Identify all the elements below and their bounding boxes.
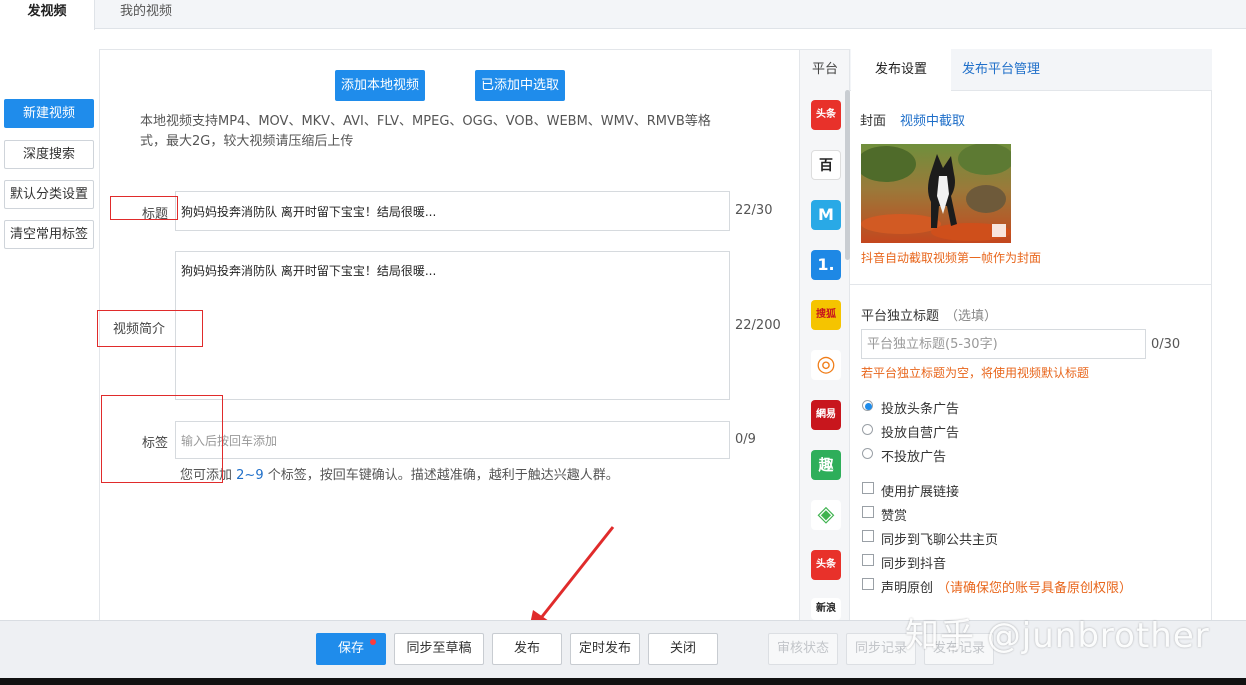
intro-char-count: 22/200 <box>735 318 781 333</box>
format-hint-line2: 式，最大2G，较大视频请压缩后上传 <box>140 134 354 149</box>
checkbox-extended-link-label: 使用扩展链接 <box>881 485 960 500</box>
tab-publish-video[interactable]: 发视频 <box>0 0 95 30</box>
publish-button[interactable]: 发布 <box>492 633 562 665</box>
netease-icon[interactable]: 網易 <box>811 400 841 430</box>
radio-toutiao-ads-label: 投放头条广告 <box>881 402 960 417</box>
tags-label: 标签 <box>142 436 169 451</box>
zhihu-watermark: 知乎 @junbrother <box>905 616 1210 656</box>
radio-toutiao-ads[interactable] <box>862 400 873 411</box>
tags-input[interactable]: 输入后按回车添加 <box>175 421 730 459</box>
checkbox-original[interactable] <box>862 578 874 590</box>
intro-textarea[interactable]: 狗妈妈投奔消防队 离开时留下宝宝！结局很暖... <box>175 251 730 400</box>
choose-added-video-button[interactable]: 已添加中选取 <box>475 70 565 101</box>
sohu-icon[interactable]: 搜狐 <box>811 300 841 330</box>
sidebar-deep-search-button[interactable]: 深度搜索 <box>4 140 94 169</box>
tags-hint-pre: 您可添加 <box>180 468 233 483</box>
spiral-icon[interactable]: ◎ <box>811 350 841 380</box>
radio-no-ads[interactable] <box>862 448 873 459</box>
independent-title-optional: （选填） <box>945 309 998 324</box>
platform-column <box>800 49 850 624</box>
cover-note: 抖音自动截取视频第一帧作为封面 <box>861 251 1042 265</box>
sidebar-clear-tags-button[interactable]: 清空常用标签 <box>4 220 94 249</box>
checkbox-sync-feiliao-label: 同步到飞聊公共主页 <box>881 533 999 548</box>
title-label: 标题 <box>142 207 169 222</box>
baidu-baijia-icon[interactable]: 百 <box>811 150 841 180</box>
diamond-icon[interactable]: ◈ <box>811 500 841 530</box>
checkbox-extended-link[interactable] <box>862 482 874 494</box>
title-char-count: 22/30 <box>735 203 773 218</box>
qutoutiao-icon[interactable]: 趣 <box>811 450 841 480</box>
platform-header: 平台 <box>811 62 838 77</box>
radio-no-ads-label: 不投放广告 <box>881 450 947 465</box>
save-button[interactable]: 保存 <box>316 633 386 665</box>
radio-self-ads[interactable] <box>862 424 873 435</box>
save-badge-dot <box>370 639 376 645</box>
checkbox-reward-label: 赞赏 <box>881 509 908 524</box>
independent-title-count: 0/30 <box>1151 337 1181 352</box>
checkbox-reward[interactable] <box>862 506 874 518</box>
cover-label: 封面 <box>860 114 887 129</box>
tags-hint-post: 个标签，按回车键确认。描述越准确，越利于触达兴趣人群。 <box>267 468 619 483</box>
intro-label: 视频简介 <box>113 322 166 337</box>
tags-hint: 您可添加 2~9 个标签，按回车键确认。描述越准确，越利于触达兴趣人群。 <box>180 466 619 486</box>
independent-title-label: 平台独立标题 <box>861 309 940 324</box>
close-button[interactable]: 关闭 <box>648 633 718 665</box>
independent-title-input[interactable]: 平台独立标题(5-30字) <box>861 329 1146 359</box>
settings-divider <box>850 284 1212 285</box>
sync-draft-button[interactable]: 同步至草稿 <box>394 633 484 665</box>
independent-title-note: 若平台独立标题为空，将使用视频默认标题 <box>861 366 1090 380</box>
original-permission-note: （请确保您的账号具备原创权限） <box>937 581 1133 596</box>
scheduled-publish-button[interactable]: 定时发布 <box>570 633 640 665</box>
add-local-video-button[interactable]: 添加本地视频 <box>335 70 425 101</box>
tags-hint-range: 2~9 <box>236 468 264 483</box>
tab-my-videos[interactable]: 我的视频 <box>100 0 192 29</box>
format-hint-line1: 本地视频支持MP4、MOV、MKV、AVI、FLV、MPEG、OGG、VOB、W… <box>140 114 711 129</box>
sidebar-default-category-button[interactable]: 默认分类设置 <box>4 180 94 209</box>
sina-icon[interactable]: 新浪 <box>811 598 841 620</box>
title-input[interactable]: 狗妈妈投奔消防队 离开时留下宝宝！结局很暖... <box>175 191 730 231</box>
save-button-label: 保存 <box>337 641 364 656</box>
tab-publish-settings[interactable]: 发布设置 <box>851 49 951 92</box>
toutiao-alt-icon[interactable]: 头条 <box>811 550 841 580</box>
checkbox-sync-douyin[interactable] <box>862 554 874 566</box>
annotation-arrow <box>528 526 615 634</box>
cover-thumbnail[interactable] <box>861 144 1011 243</box>
review-status-button[interactable]: 审核状态 <box>768 633 838 665</box>
bottom-edge <box>0 678 1246 685</box>
cover-capture-link[interactable]: 视频中截取 <box>900 110 965 129</box>
checkbox-original-label: 声明原创 <box>881 581 934 596</box>
checkbox-sync-douyin-label: 同步到抖音 <box>881 557 947 572</box>
tab-platform-management[interactable]: 发布平台管理 <box>951 49 1051 91</box>
checkbox-sync-feiliao[interactable] <box>862 530 874 542</box>
m-platform-icon[interactable]: M <box>811 200 841 230</box>
sidebar-new-video-button[interactable]: 新建视频 <box>4 99 94 128</box>
radio-self-ads-label: 投放自营广告 <box>881 426 960 441</box>
toutiao-icon[interactable]: 头条 <box>811 100 841 130</box>
yidian-icon[interactable]: 1. <box>811 250 841 280</box>
tags-count: 0/9 <box>735 432 756 447</box>
